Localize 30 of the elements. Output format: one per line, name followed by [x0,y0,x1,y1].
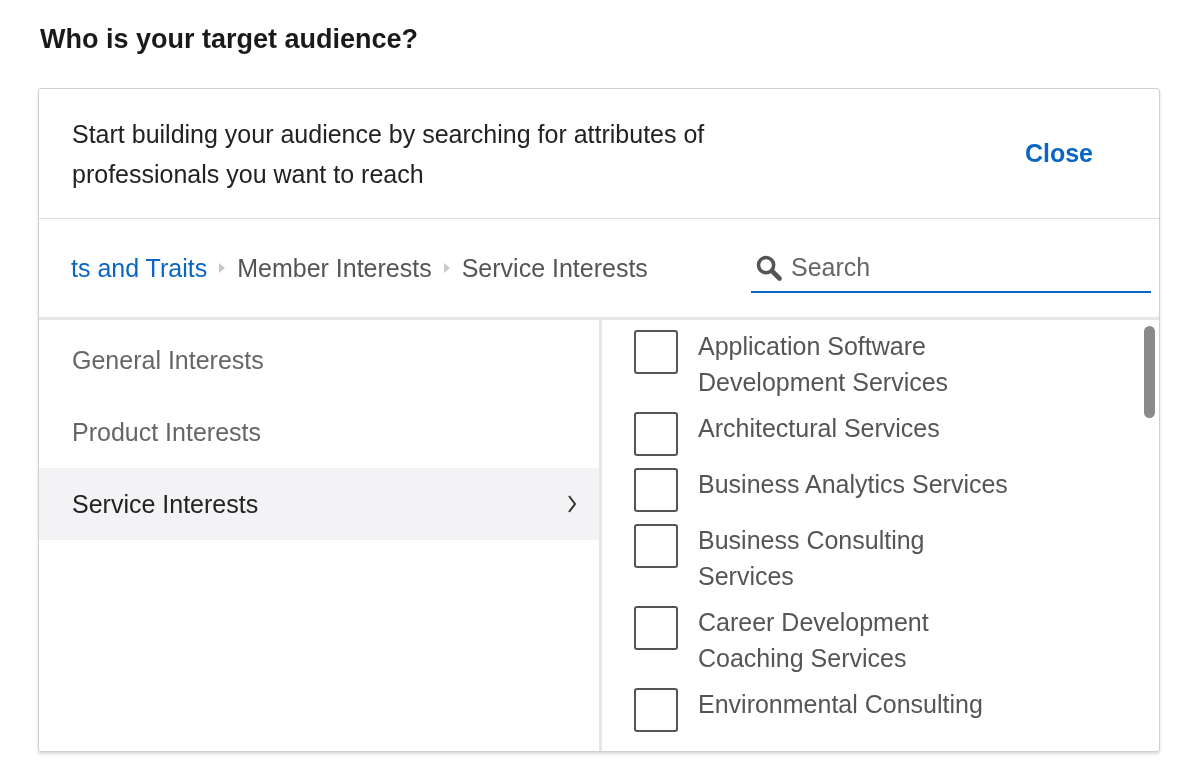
category-label: Service Interests [72,489,259,519]
breadcrumb-separator-icon [219,263,226,273]
breadcrumb-link[interactable]: ts and Traits [71,253,208,283]
chevron-right-icon [567,493,577,515]
checkbox[interactable] [634,330,678,374]
option-label: Business Consulting Services [698,525,926,592]
checkbox[interactable] [634,688,678,732]
category-label: Product Interests [72,417,261,447]
breadcrumb-separator-icon [443,263,450,273]
breadcrumb-text: Service Interests [461,253,648,283]
option-label: Architectural Services [698,413,941,444]
scrollbar-thumb[interactable] [1144,326,1155,418]
category-item[interactable]: Product Interests [39,396,599,468]
search-field[interactable]: Search [751,243,1151,293]
checkbox[interactable] [634,524,678,568]
intro-text: Start building your audience by searching for attributes of professionals you want to reach [72,118,706,190]
search-icon [755,254,783,282]
close-link[interactable]: Close [1024,139,1093,168]
option-label: Environmental Consulting [698,689,984,720]
section-heading: Who is your target audience? [40,24,420,56]
option-label: Business Analytics Services [698,469,1009,500]
option-label: Application Software Development Services [698,331,950,398]
checkbox[interactable] [634,606,678,650]
category-label: General Interests [72,345,264,375]
breadcrumb-text: Member Interests [237,253,432,283]
category-item[interactable]: Service Interests [39,468,599,540]
checkbox[interactable] [634,468,678,512]
category-item[interactable]: General Interests [39,324,599,396]
option-label: Career Development Coaching Services [698,607,930,674]
checkbox[interactable] [634,412,678,456]
